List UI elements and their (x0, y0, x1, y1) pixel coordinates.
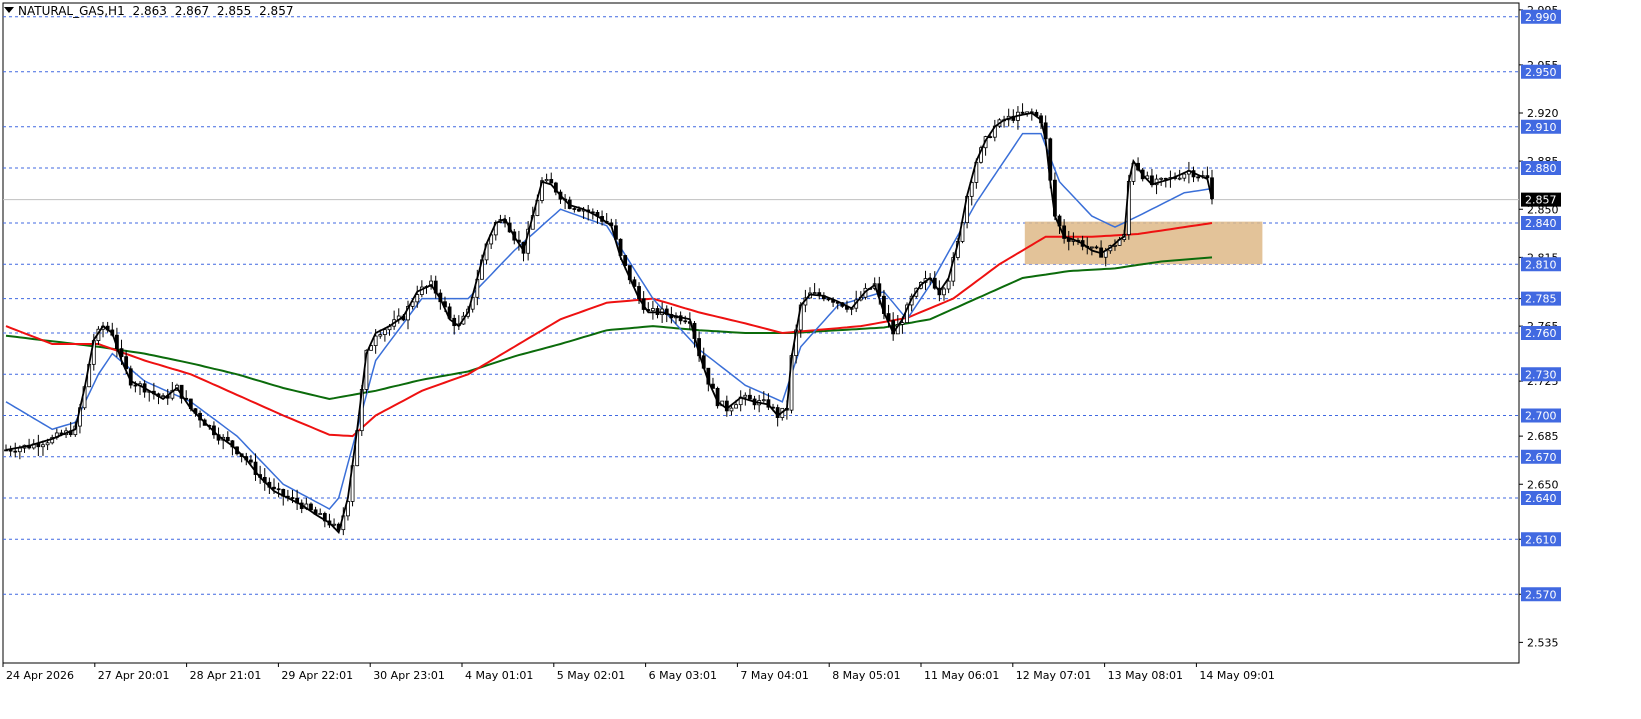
candle (290, 497, 295, 499)
candle (415, 294, 420, 303)
candle (13, 450, 18, 453)
x-tick-label: 27 Apr 20:01 (98, 669, 170, 682)
candle (41, 444, 45, 448)
candle (1205, 175, 1210, 179)
candle (17, 447, 22, 453)
x-tick-label: 8 May 05:01 (832, 669, 900, 682)
candle (761, 399, 766, 402)
x-tick-label: 29 Apr 22:01 (281, 669, 353, 682)
level-label: 2.910 (1525, 121, 1557, 134)
level-label: 2.670 (1525, 451, 1557, 464)
candle (748, 394, 752, 400)
candle (743, 394, 748, 398)
low-value: 2.855 (216, 4, 252, 18)
candle (572, 208, 577, 210)
level-label: 2.570 (1525, 588, 1557, 601)
candle (382, 329, 387, 335)
level-label: 2.785 (1525, 293, 1557, 306)
candle (276, 488, 281, 491)
x-tick-label: 30 Apr 23:01 (373, 669, 445, 682)
candle (309, 503, 313, 511)
candle (36, 443, 41, 448)
y-tick-label: 2.685 (1527, 430, 1559, 443)
candle (1089, 246, 1094, 249)
x-tick-label: 7 May 04:01 (740, 669, 808, 682)
candle (378, 334, 383, 337)
x-tick-label: 5 May 02:01 (557, 669, 625, 682)
x-tick-label: 4 May 01:01 (465, 669, 533, 682)
candle (1020, 111, 1025, 114)
level-label: 2.700 (1525, 410, 1557, 423)
candle (549, 179, 554, 184)
chart-header: NATURAL_GAS,H1 2.863 2.867 2.855 2.857 (4, 4, 297, 18)
x-tick-label: 24 Apr 2026 (6, 669, 74, 682)
candle (734, 404, 738, 409)
close-value: 2.857 (259, 4, 294, 18)
symbol-label: NATURAL_GAS,H1 (18, 4, 125, 18)
level-label: 2.880 (1525, 162, 1557, 175)
chart-canvas[interactable]: 2.9952.9552.9202.8852.8502.8152.7852.765… (0, 0, 1641, 719)
level-label: 2.950 (1525, 66, 1557, 79)
x-tick-label: 11 May 06:01 (924, 669, 999, 682)
candle (544, 179, 549, 182)
level-label: 2.610 (1525, 533, 1557, 546)
level-label: 2.840 (1525, 217, 1557, 230)
dropdown-triangle-icon[interactable] (4, 7, 14, 13)
candle (318, 513, 323, 515)
y-tick-label: 2.920 (1527, 107, 1559, 120)
candle (45, 442, 50, 446)
candle (225, 436, 230, 442)
candle (812, 292, 817, 294)
x-tick-label: 13 May 08:01 (1108, 669, 1183, 682)
candle (650, 308, 655, 312)
y-tick-label: 2.535 (1527, 636, 1559, 649)
candle (161, 395, 166, 398)
candle (1094, 246, 1099, 249)
candle (272, 486, 276, 490)
candle (133, 384, 138, 387)
level-label: 2.640 (1525, 492, 1557, 505)
x-tick-label: 28 Apr 21:01 (190, 669, 262, 682)
open-value: 2.863 (132, 4, 167, 18)
chart[interactable]: 2.9952.9552.9202.8852.8502.8152.7852.765… (0, 0, 1641, 719)
level-label: 2.990 (1525, 11, 1557, 24)
candle (946, 280, 951, 290)
current-price-label: 2.857 (1525, 194, 1557, 207)
candle (900, 322, 905, 325)
candle (1159, 177, 1164, 180)
candle (729, 407, 734, 412)
candle (1182, 173, 1187, 179)
candle (1196, 176, 1201, 179)
candle (332, 523, 336, 526)
x-tick-label: 14 May 09:01 (1199, 669, 1274, 682)
x-tick-label: 6 May 03:01 (649, 669, 717, 682)
candle (942, 288, 946, 296)
y-tick-label: 2.650 (1527, 478, 1559, 491)
candle (577, 209, 581, 212)
candle (248, 459, 253, 463)
level-label: 2.760 (1525, 327, 1557, 340)
candle (1177, 177, 1182, 180)
level-label: 2.810 (1525, 258, 1557, 271)
x-tick-label: 12 May 07:01 (1016, 669, 1091, 682)
high-value: 2.867 (174, 4, 210, 18)
level-label: 2.730 (1525, 368, 1557, 381)
candle (683, 320, 688, 323)
